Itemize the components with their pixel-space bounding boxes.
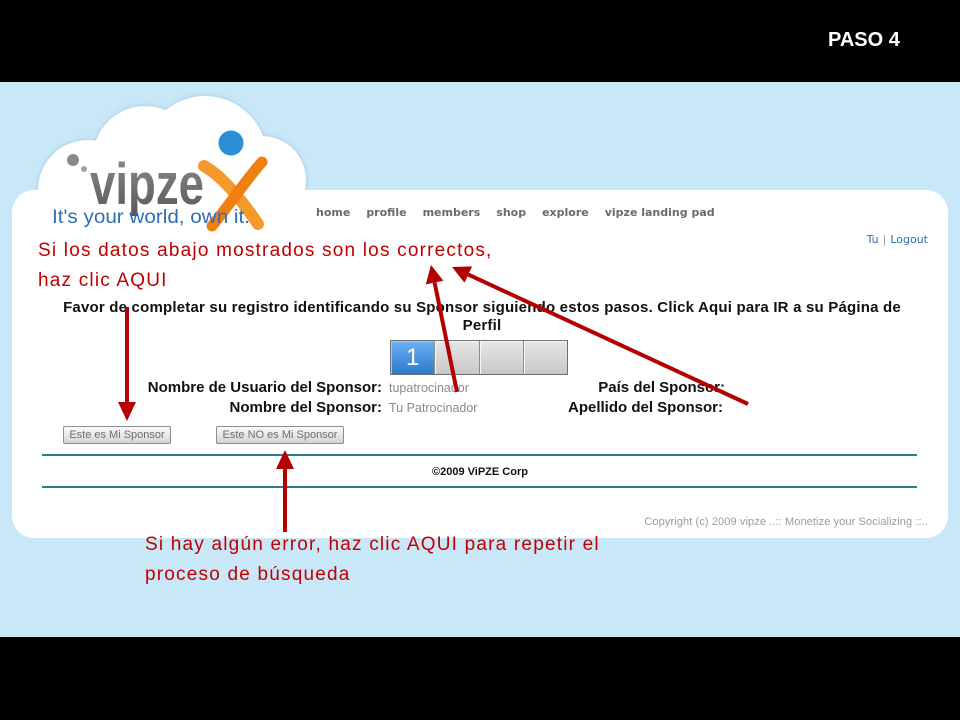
callout-line: haz clic AQUI	[38, 270, 168, 291]
nav-shop[interactable]: shop	[496, 206, 526, 220]
slide-bottom-bar	[0, 637, 960, 720]
slide-top-bar: PASO 4	[0, 0, 960, 82]
footer-divider	[42, 486, 917, 488]
nav-landing-pad[interactable]: vipze landing pad	[605, 206, 715, 220]
sponsor-country-label: País del Sponsor:	[598, 379, 725, 396]
instructions-line: Favor de completar su registro identific…	[63, 299, 901, 316]
confirm-sponsor-button[interactable]: Este es Mi Sponsor	[63, 426, 171, 444]
callout-line: Si los datos abajo mostrados son los cor…	[38, 240, 493, 261]
footer-divider	[42, 454, 917, 456]
nav-explore[interactable]: explore	[542, 206, 589, 220]
step-cell	[435, 341, 480, 374]
error-callout: Si hay algún error, haz clic AQUI para r…	[145, 530, 600, 590]
nav-members[interactable]: members	[423, 206, 481, 220]
instructions-text: Favor de completar su registro identific…	[32, 299, 932, 335]
user-link[interactable]: Tu	[867, 233, 879, 246]
sponsor-username-value: tupatrocinador	[389, 381, 469, 395]
copyright-text: Copyright (c) 2009 vipze ..:: Monetize y…	[644, 516, 928, 528]
step-cell-active: 1	[391, 341, 436, 374]
sponsor-name-value: Tu Patrocinador	[389, 401, 478, 415]
sponsor-username-label: Nombre de Usuario del Sponsor:	[147, 379, 382, 396]
step-cell	[523, 341, 567, 374]
user-links: Tu | Logout	[867, 233, 928, 247]
callout-line: proceso de búsqueda	[145, 564, 351, 585]
callout-line: Si hay algún error, haz clic AQUI para r…	[145, 534, 600, 555]
nav-home[interactable]: home	[316, 206, 350, 220]
step-indicator: 1	[390, 340, 568, 375]
user-links-separator: |	[882, 233, 887, 246]
confirm-callout: Si los datos abajo mostrados son los cor…	[38, 236, 493, 296]
logout-link[interactable]: Logout	[890, 233, 928, 246]
sponsor-name-label: Nombre del Sponsor:	[229, 399, 382, 416]
corp-footer: ©2009 ViPZE Corp	[432, 466, 528, 478]
sponsor-lastname-label: Apellido del Sponsor:	[567, 399, 723, 416]
main-nav: home profile members shop explore vipze …	[316, 206, 715, 220]
step-title: PASO 4	[828, 29, 900, 51]
reject-sponsor-button[interactable]: Este NO es Mi Sponsor	[216, 426, 344, 444]
step-cell	[479, 341, 524, 374]
instructions-line: Perfil	[462, 317, 502, 334]
nav-profile[interactable]: profile	[366, 206, 406, 220]
